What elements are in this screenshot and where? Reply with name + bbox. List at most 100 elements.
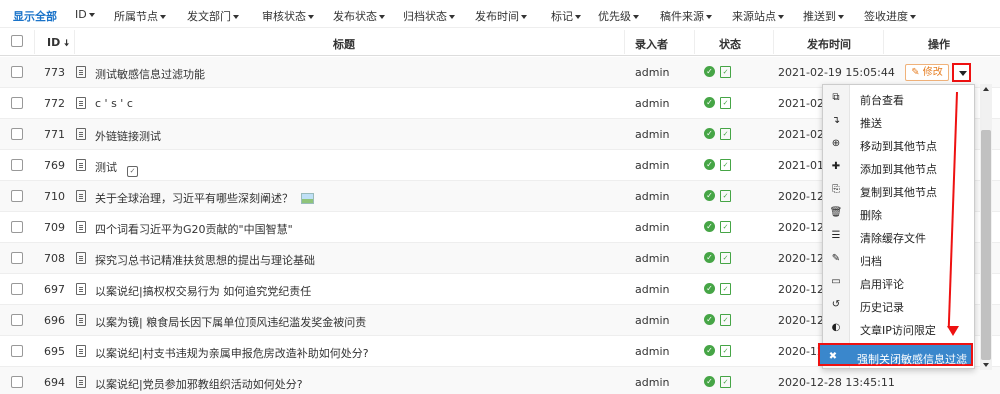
filter-label: 优先级 [598,10,631,23]
row-title[interactable]: 以案说纪|搞权权交易行为 如何追究党纪责任 [95,283,311,299]
copy-icon: ⎘ [832,184,840,195]
table-header: ID 🠇 标题 录入者 状态 发布时间 操作 [0,28,1000,56]
row-id: 772 [44,97,65,110]
row-title[interactable]: 外链链接测试 [95,128,161,144]
filter-label: ID [75,8,87,21]
filter-id[interactable]: ID [75,8,95,21]
row-checkbox[interactable] [11,252,23,264]
row-checkbox[interactable] [11,159,23,171]
filter-push-to[interactable]: 推送到 [803,8,844,24]
caret-down-icon [379,15,385,19]
row-checkbox[interactable] [11,283,23,295]
caret-down-icon [633,15,639,19]
column-divider [883,30,884,54]
row-author: admin [635,128,670,141]
menu-item-archive[interactable]: ✎ 归档 [823,247,976,270]
audited-icon: ✓ [720,314,731,326]
row-checkbox[interactable] [11,221,23,233]
row-author: admin [635,345,670,358]
published-check-icon: ✓ [704,159,715,170]
document-icon [76,252,86,264]
row-publish-time: 2021-01- [778,159,828,172]
row-title[interactable]: 以案说纪|党员参加邪教组织活动如何处分? [95,376,303,392]
row-title[interactable]: 关于全球治理，习近平有哪些深刻阐述？ [95,190,314,206]
filter-manuscript-source[interactable]: 稿件来源 [660,8,712,24]
filter-publish-time[interactable]: 发布时间 [475,8,527,24]
select-all-checkbox[interactable] [11,35,23,47]
filter-show-all[interactable]: 显示全部 [13,8,57,24]
row-checkbox[interactable] [11,345,23,357]
row-title-text: 以案说纪|村支书违规为亲属申报危房改造补助如何处分? [95,347,369,360]
sort-arrow-down-icon: 🠇 [64,39,70,49]
row-checkbox[interactable] [11,128,23,140]
caret-down-icon [838,15,844,19]
filter-label: 稿件来源 [660,10,704,23]
row-title[interactable]: 以案说纪|村支书违规为亲属申报危房改造补助如何处分? [95,345,369,361]
menu-item-preview[interactable]: ⧉ 前台查看 [823,86,976,109]
row-title[interactable]: c ' s ' c [95,97,133,110]
filter-department[interactable]: 发文部门 [187,8,239,24]
column-divider [694,30,695,54]
menu-item-label: 删除 [860,209,882,222]
filter-publish-status[interactable]: 发布状态 [333,8,385,24]
row-title[interactable]: 以案为镜| 粮食局长因下属单位顶风违纪滥发奖金被问责 [95,314,366,330]
annotation-arrowhead-icon [947,326,959,336]
menu-item-label: 复制到其他节点 [860,186,937,199]
audited-icon: ✓ [720,345,731,357]
filter-label: 标记 [551,10,573,23]
row-title[interactable]: 四个词看习近平为G20贡献的"中国智慧" [95,221,293,237]
row-publish-time: 2020-12- [778,252,828,265]
published-check-icon: ✓ [704,314,715,325]
filter-label: 审核状态 [262,10,306,23]
filter-sign-progress[interactable]: 签收进度 [864,8,916,24]
edit-button[interactable]: ✎ 修改 [905,64,949,81]
menu-item-push[interactable]: ↴ 推送 [823,109,976,132]
row-checkbox[interactable] [11,190,23,202]
row-checkbox[interactable] [11,376,23,388]
filter-archive-status[interactable]: 归档状态 [403,8,455,24]
add-icon: ✚ [831,161,841,172]
menu-item-enable-comments[interactable]: ▭ 启用评论 [823,270,976,293]
published-check-icon: ✓ [704,97,715,108]
close-icon: ✖ [828,351,838,362]
menu-item-force-disable-sensitive-filter[interactable]: ✖ 强制关闭敏感信息过滤 [818,343,973,366]
filter-priority[interactable]: 优先级 [598,8,639,24]
filter-label: 来源站点 [732,10,776,23]
row-title[interactable]: 测试敏感信息过滤功能 [95,66,205,82]
filter-label: 签收进度 [864,10,908,23]
scroll-up-arrow-icon[interactable] [980,84,992,94]
row-title[interactable]: 探究习总书记精准扶贫思想的提出与理论基础 [95,252,315,268]
more-actions-dropdown-button[interactable] [952,63,971,82]
archive-icon: ✎ [831,253,841,264]
row-checkbox[interactable] [11,314,23,326]
column-header-id[interactable]: ID 🠇 [47,36,69,52]
audited-icon: ✓ [720,252,731,264]
row-author: admin [635,66,670,79]
scroll-down-arrow-icon[interactable] [980,360,992,370]
menu-item-label: 强制关闭敏感信息过滤 [857,353,967,366]
row-title-text: 以案说纪|搞权权交易行为 如何追究党纪责任 [95,285,312,298]
row-checkbox[interactable] [11,97,23,109]
edit-icon: ✎ [911,67,920,78]
row-publish-time: 2021-02-19 15:05:44 [778,66,895,79]
menu-scrollbar-thumb[interactable] [981,130,991,360]
audited-icon: ✓ [720,66,731,78]
row-title[interactable]: 测试 ✓ [95,159,138,177]
row-title-text: 测试 [95,161,117,174]
row-id: 771 [44,128,65,141]
filter-label: 发文部门 [187,10,231,23]
filter-node[interactable]: 所属节点 [114,8,166,24]
filter-mark[interactable]: 标记 [551,8,581,24]
menu-item-history[interactable]: ↺ 历史记录 [823,293,976,316]
document-icon [76,159,86,171]
audited-icon: ✓ [720,97,731,109]
row-publish-time: 2020-12- [778,314,828,327]
row-checkbox[interactable] [11,66,23,78]
menu-item-label: 移动到其他节点 [860,140,937,153]
row-author: admin [635,159,670,172]
filter-source-site[interactable]: 来源站点 [732,8,784,24]
caret-down-icon [521,15,527,19]
document-icon [76,376,86,388]
row-id: 709 [44,221,65,234]
filter-review-status[interactable]: 审核状态 [262,8,314,24]
